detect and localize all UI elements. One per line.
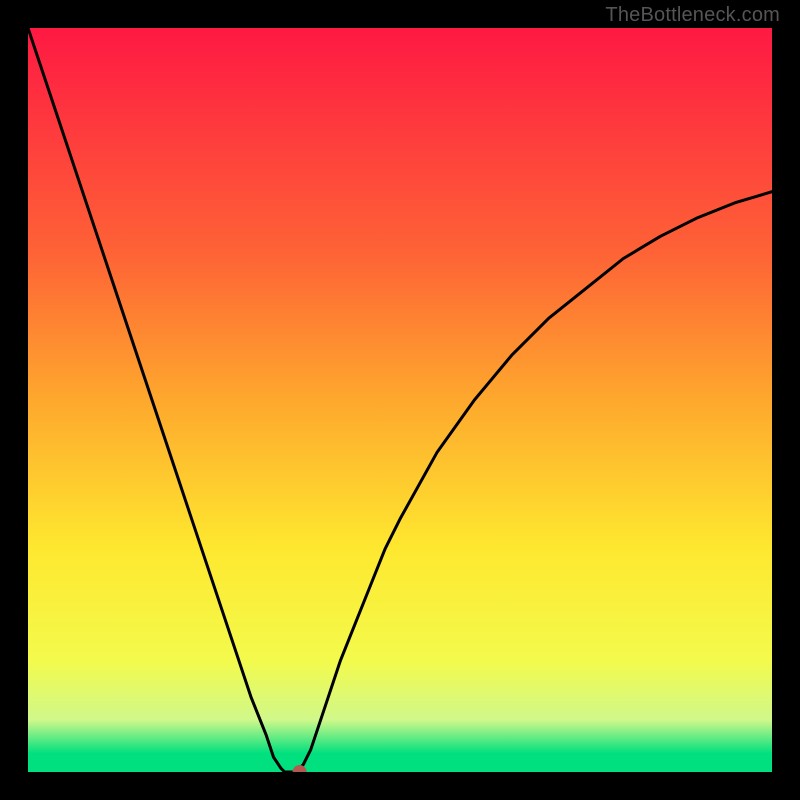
watermark-text: TheBottleneck.com [605,4,780,27]
chart-plot-area [28,28,772,772]
chart-curve [28,28,772,772]
chart-marker-dot [293,765,307,772]
